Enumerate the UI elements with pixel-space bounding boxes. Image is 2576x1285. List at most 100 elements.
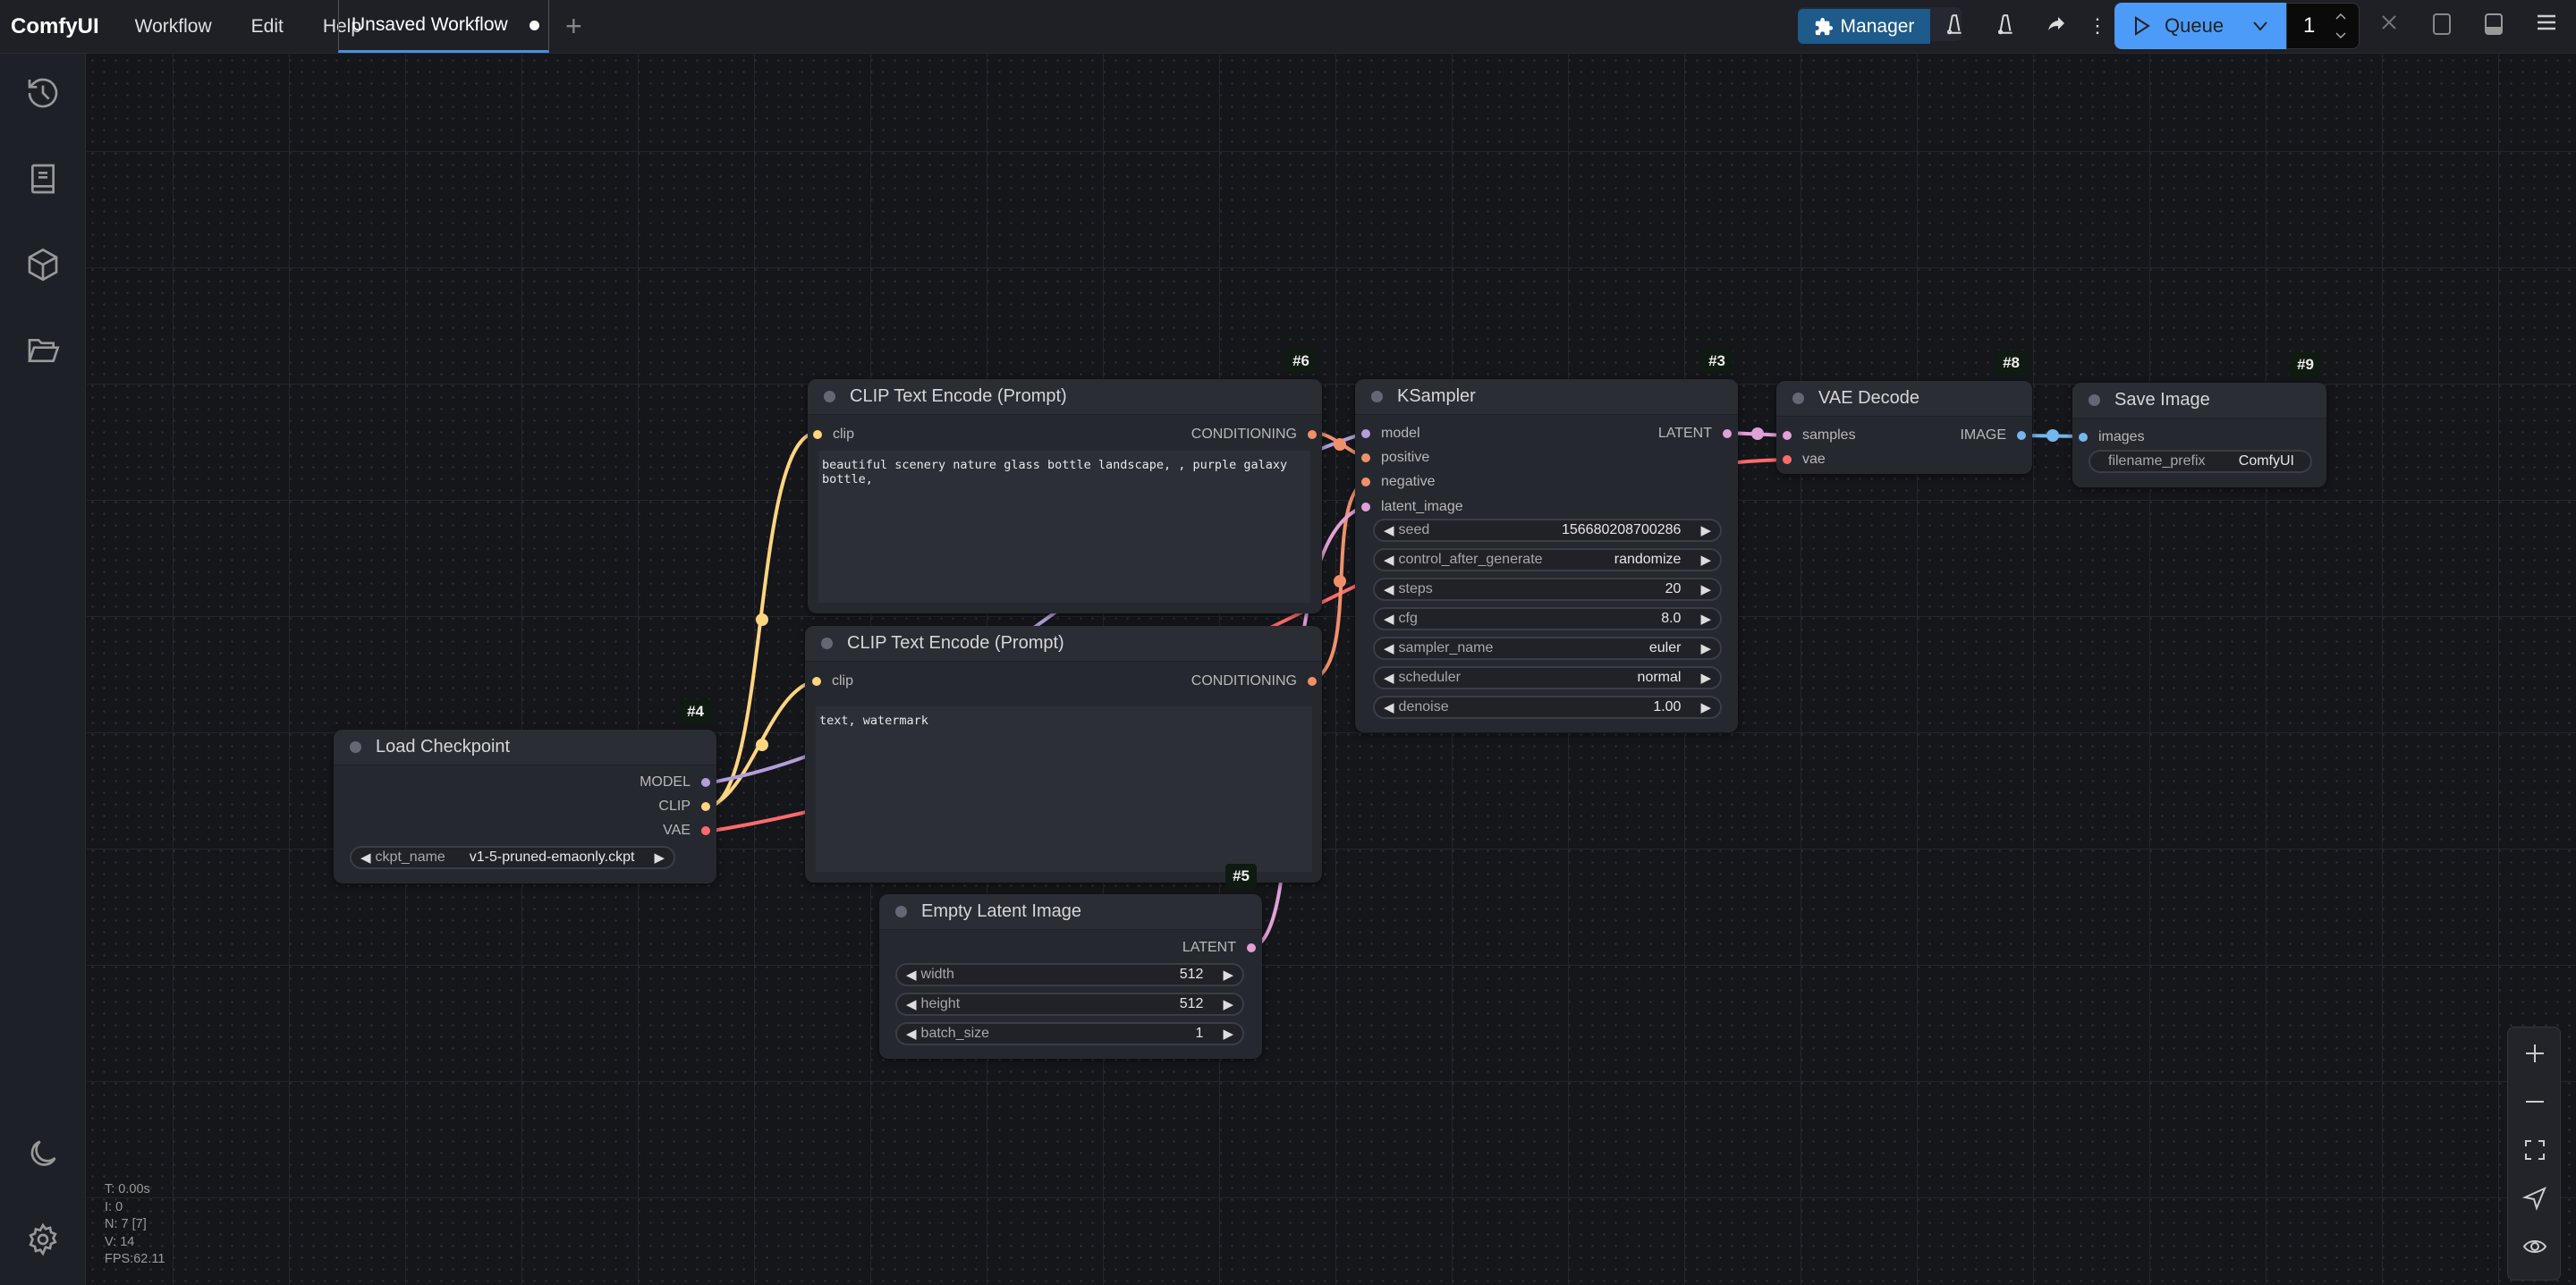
hamburger-menu-icon[interactable] [2533,13,2560,39]
increment-arrow-icon[interactable]: ▶ [1223,967,1233,983]
output-slot-latent[interactable]: LATENT [1658,426,1732,442]
collapse-dot-icon[interactable] [2089,394,2100,406]
node-ksampler[interactable]: #3 KSampler model positive negative late… [1355,349,1738,732]
widget-width[interactable]: ◀ width 512 ▶ [895,963,1244,986]
increment-arrow-icon[interactable]: ▶ [654,850,665,866]
input-slot-model[interactable]: model [1361,426,1420,442]
collapse-dot-icon[interactable] [824,391,835,402]
increment-arrow-icon[interactable]: ▶ [1223,1026,1233,1042]
tab-unsaved-workflow[interactable]: Unsaved Workflow [338,0,549,53]
input-slot-negative[interactable]: negative [1361,474,1436,490]
collapse-dot-icon[interactable] [1371,391,1383,402]
decrement-arrow-icon[interactable]: ◀ [1384,611,1394,627]
broom-unload-models-icon[interactable] [1941,13,1968,39]
prompt-textarea[interactable]: beautiful scenery nature glass bottle la… [818,451,1310,603]
prompt-textarea[interactable]: text, watermark [816,706,1312,872]
node-title-bar[interactable]: CLIP Text Encode (Prompt) [805,626,1322,662]
output-slot-clip[interactable]: CLIP [658,799,710,815]
chevron-down-icon[interactable] [2250,16,2270,36]
node-title-bar[interactable]: CLIP Text Encode (Prompt) [808,379,1322,415]
stepper-icon[interactable] [2334,10,2347,42]
app-logo[interactable]: ComfyUI [11,14,99,39]
manager-button[interactable]: Manager [1798,9,1930,44]
node-title-bar[interactable]: VAE Decode [1776,381,2032,417]
input-slot-images[interactable]: images [2079,429,2145,445]
widget-control-after-generate[interactable]: ◀ control_after_generate randomize ▶ [1373,548,1722,571]
widget-sampler-name[interactable]: ◀ sampler_name euler ▶ [1373,637,1722,660]
collapse-dot-icon[interactable] [350,741,361,753]
theme-toggle-icon[interactable] [25,1136,61,1171]
widget-height[interactable]: ◀ height 512 ▶ [895,993,1244,1016]
output-slot-conditioning[interactable]: CONDITIONING [1191,673,1317,689]
node-empty-latent-image[interactable]: #5 Empty Latent Image LATENT ◀ width 512 ▶ … [879,864,1262,1059]
increment-arrow-icon[interactable]: ▶ [1700,640,1711,656]
input-slot-samples[interactable]: samples [1783,427,1856,444]
unsaved-indicator-icon[interactable] [529,20,539,30]
input-slot-positive[interactable]: positive [1361,450,1429,466]
output-slot-image[interactable]: IMAGE [1960,427,2026,444]
share-icon[interactable] [2043,13,2070,39]
increment-arrow-icon[interactable]: ▶ [1223,996,1233,1012]
graph-canvas[interactable] [87,55,2576,1285]
widget-seed[interactable]: ◀ seed 156680208700286 ▶ [1373,519,1722,542]
increment-arrow-icon[interactable]: ▶ [1700,670,1711,686]
node-title-bar[interactable]: KSampler [1355,379,1738,415]
widget-scheduler[interactable]: ◀ scheduler normal ▶ [1373,666,1722,689]
queue-count-input[interactable]: 1 [2286,3,2360,49]
output-slot-conditioning[interactable]: CONDITIONING [1191,427,1317,443]
fit-view-icon[interactable] [2521,1137,2548,1163]
toggle-links-icon[interactable] [2521,1233,2548,1260]
collapse-dot-icon[interactable] [821,638,833,649]
node-load-checkpoint[interactable]: #4 Load Checkpoint MODEL CLIP VAE ◀ ckpt_… [334,699,716,883]
decrement-arrow-icon[interactable]: ◀ [906,1026,917,1042]
increment-arrow-icon[interactable]: ▶ [1700,699,1711,715]
increment-arrow-icon[interactable]: ▶ [1700,581,1711,597]
close-icon[interactable] [2376,13,2402,39]
broom-free-memory-icon[interactable] [1992,13,2019,39]
input-slot-latent-image[interactable]: latent_image [1361,499,1463,515]
widget-ckpt-name[interactable]: ◀ ckpt_name v1-5-pruned-emaonly.ckpt ▶ [350,846,675,869]
input-slot-clip[interactable]: clip [813,427,854,443]
output-slot-model[interactable]: MODEL [640,774,710,790]
widget-denoise[interactable]: ◀ denoise 1.00 ▶ [1373,696,1722,719]
widget-filename-prefix[interactable]: filename_prefix ComfyUI [2089,450,2312,473]
collapse-dot-icon[interactable] [1792,393,1804,404]
increment-arrow-icon[interactable]: ▶ [1700,522,1711,538]
settings-icon[interactable] [25,1222,61,1257]
bottom-panel-icon[interactable] [2480,13,2507,39]
output-slot-latent[interactable]: LATENT [1182,940,1256,956]
input-slot-vae[interactable]: vae [1783,452,1826,468]
workflows-icon[interactable] [25,333,61,368]
queue-button[interactable]: Queue [2114,3,2286,49]
decrement-arrow-icon[interactable]: ◀ [1384,552,1394,568]
plus-icon[interactable]: + [565,12,582,40]
increment-arrow-icon[interactable]: ▶ [1700,611,1711,627]
more-vertical-icon[interactable]: ⋮ [2088,13,2107,39]
zoom-in-icon[interactable] [2521,1040,2548,1067]
node-save-image[interactable]: #9 Save Image images filename_prefix Comf… [2072,352,2326,487]
widget-steps[interactable]: ◀ steps 20 ▶ [1373,578,1722,601]
select-mode-icon[interactable] [2521,1185,2548,1212]
widget-batch-size[interactable]: ◀ batch_size 1 ▶ [895,1022,1244,1045]
decrement-arrow-icon[interactable]: ◀ [1384,670,1394,686]
output-slot-vae[interactable]: VAE [663,823,710,839]
node-vae-decode[interactable]: #8 VAE Decode samples vae IMAGE [1776,351,2032,474]
input-slot-clip[interactable]: clip [812,673,853,689]
zoom-out-icon[interactable] [2521,1088,2548,1115]
decrement-arrow-icon[interactable]: ◀ [1384,699,1394,715]
node-title-bar[interactable]: Empty Latent Image [879,894,1262,930]
decrement-arrow-icon[interactable]: ◀ [906,967,917,983]
decrement-arrow-icon[interactable]: ◀ [906,996,917,1012]
decrement-arrow-icon[interactable]: ◀ [1384,522,1394,538]
decrement-arrow-icon[interactable]: ◀ [1384,640,1394,656]
collapse-dot-icon[interactable] [895,906,907,917]
menu-edit[interactable]: Edit [251,16,284,38]
history-icon[interactable] [25,75,61,111]
node-title-bar[interactable]: Save Image [2072,383,2326,418]
node-title-bar[interactable]: Load Checkpoint [334,730,716,765]
widget-cfg[interactable]: ◀ cfg 8.0 ▶ [1373,607,1722,630]
node-clip-text-encode-positive[interactable]: #6 CLIP Text Encode (Prompt) clip CONDIT… [808,349,1322,613]
node-clip-text-encode-negative[interactable]: CLIP Text Encode (Prompt) clip CONDITION… [805,626,1322,883]
node-library-icon[interactable] [25,161,61,197]
model-library-icon[interactable] [25,247,61,283]
